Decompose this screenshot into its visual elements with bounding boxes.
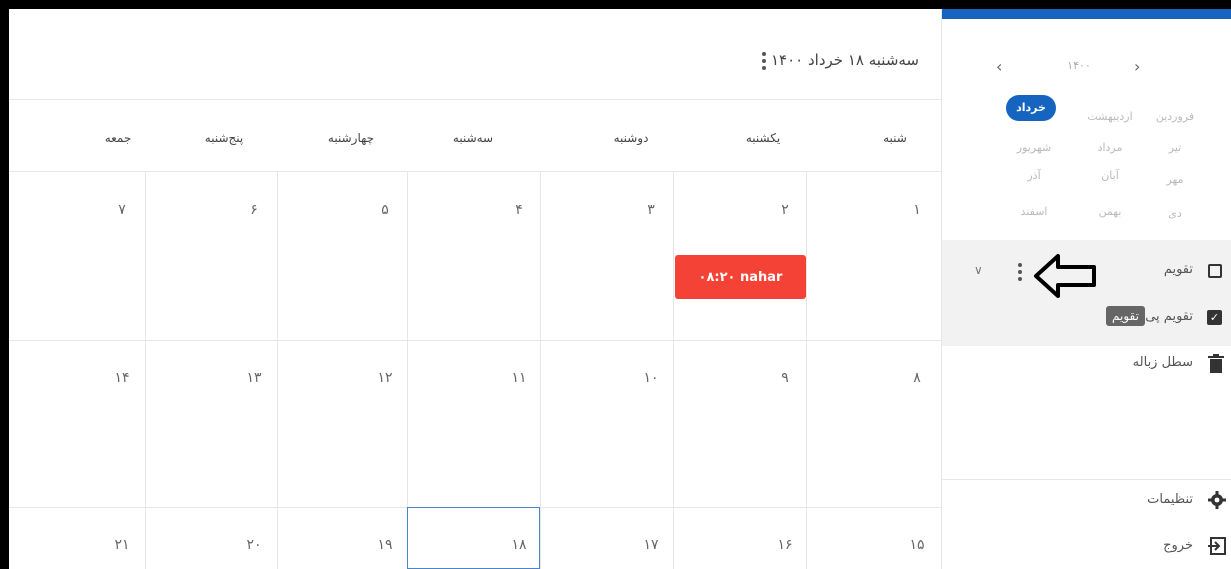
- sidebar-accent-bar: [942, 9, 1231, 19]
- day-cell[interactable]: ۱۰: [636, 370, 666, 386]
- day-cell[interactable]: ۱۷: [636, 537, 666, 553]
- calendar-header: سه‌شنبه ۱۸ خرداد ۱۴۰۰: [9, 9, 941, 100]
- weekday-friday: جمعه: [104, 131, 132, 145]
- current-date-title: سه‌شنبه ۱۸ خرداد ۱۴۰۰: [770, 51, 919, 69]
- weekday-saturday: شنبه: [883, 131, 907, 145]
- calendar-label[interactable]: تقویم: [1164, 262, 1193, 277]
- day-cell[interactable]: ۱۶: [770, 537, 800, 553]
- tooltip: تقویم: [1106, 306, 1145, 326]
- calendar-icon: [1208, 264, 1222, 278]
- weekday-wednesday: چهارشنبه: [327, 131, 375, 145]
- day-cell[interactable]: ۱۱: [504, 370, 534, 386]
- month-ordibehesht[interactable]: اردیبهشت: [1082, 110, 1138, 123]
- gear-icon: [1208, 491, 1226, 509]
- month-khordad[interactable]: خرداد: [1006, 95, 1056, 121]
- day-cell[interactable]: ۶: [239, 202, 269, 218]
- day-cell[interactable]: ۳: [636, 202, 666, 218]
- checkbox-checked-icon[interactable]: ✓: [1207, 310, 1222, 325]
- trash-icon: [1208, 354, 1224, 373]
- today-highlight: [407, 507, 540, 569]
- calendar-event[interactable]: ۰۸:۲۰ nahar: [675, 255, 806, 299]
- day-cell[interactable]: ۱۹: [370, 537, 400, 553]
- weekday-header: شنبه یکشنبه دوشنبه سه‌شنبه چهارشنبه پنج‌…: [9, 99, 941, 172]
- trash-label[interactable]: سطل زباله: [1133, 355, 1193, 370]
- day-cell[interactable]: ۱۲: [370, 370, 400, 386]
- day-cell[interactable]: ۵: [370, 202, 400, 218]
- day-cell[interactable]: ۲۰: [239, 537, 269, 553]
- day-cell[interactable]: ۱۳: [239, 370, 269, 386]
- month-mordad[interactable]: مرداد: [1082, 141, 1138, 154]
- month-bahman[interactable]: بهمن: [1082, 205, 1138, 218]
- month-dey[interactable]: دی: [1147, 207, 1203, 220]
- month-tir[interactable]: تیر: [1147, 141, 1203, 154]
- settings-label[interactable]: تنظیمات: [1147, 492, 1193, 507]
- day-cell[interactable]: ۱۴: [107, 370, 137, 386]
- month-farvardin[interactable]: فروردین: [1147, 110, 1203, 123]
- day-cell[interactable]: ۲: [770, 202, 800, 218]
- day-cell[interactable]: ۴: [504, 202, 534, 218]
- month-shahrivar[interactable]: شهریور: [1006, 141, 1062, 154]
- month-mehr[interactable]: مهر: [1147, 173, 1203, 186]
- arrow-left-icon: [1034, 254, 1096, 298]
- day-cell[interactable]: ۸: [902, 370, 932, 386]
- weekday-thursday: پنج‌شنبه: [204, 131, 244, 145]
- calendar-main: سه‌شنبه ۱۸ خرداد ۱۴۰۰ شنبه یکشنبه دوشنبه…: [9, 9, 942, 569]
- chevron-right-icon[interactable]: ›: [1134, 57, 1140, 76]
- month-esfand[interactable]: اسفند: [1006, 205, 1062, 218]
- day-cell[interactable]: ۹: [770, 370, 800, 386]
- year-navigation: ‹ ۱۴۰۰ ›: [942, 57, 1231, 77]
- app-window: سه‌شنبه ۱۸ خرداد ۱۴۰۰ شنبه یکشنبه دوشنبه…: [9, 9, 1231, 569]
- chevron-left-icon[interactable]: ‹: [996, 57, 1002, 76]
- weekday-tuesday: سه‌شنبه: [452, 131, 494, 145]
- calendar-more-options-icon[interactable]: [1016, 260, 1024, 284]
- day-cell[interactable]: ۱: [902, 202, 932, 218]
- month-grid: ۱ ۲ ۳ ۴ ۵ ۶ ۷ ۸ ۹ ۱۰ ۱۱ ۱۲ ۱۳ ۱۴ ۱۵ ۱۶ ۱…: [9, 172, 941, 569]
- month-azar[interactable]: آذر: [1006, 169, 1062, 182]
- year-label: ۱۴۰۰: [1067, 59, 1091, 72]
- day-cell[interactable]: ۲۱: [107, 537, 137, 553]
- more-options-icon[interactable]: [756, 49, 772, 75]
- sidebar: ‹ ۱۴۰۰ › فروردین اردیبهشت خرداد تیر مردا…: [942, 9, 1231, 569]
- personal-calendar-label[interactable]: تقویم پی: [1145, 309, 1193, 324]
- month-aban[interactable]: آبان: [1082, 169, 1138, 182]
- logout-icon: [1208, 537, 1226, 555]
- day-cell[interactable]: ۷: [107, 202, 137, 218]
- weekday-sunday: یکشنبه: [745, 131, 781, 145]
- day-cell[interactable]: ۱۵: [902, 537, 932, 553]
- divider: [942, 479, 1231, 480]
- chevron-down-icon[interactable]: ∨: [974, 263, 983, 277]
- logout-label[interactable]: خروج: [1163, 538, 1193, 553]
- calendars-section: تقویم ∨ ✓ تقویم پی تقویم: [942, 240, 1231, 346]
- weekday-monday: دوشنبه: [613, 131, 649, 145]
